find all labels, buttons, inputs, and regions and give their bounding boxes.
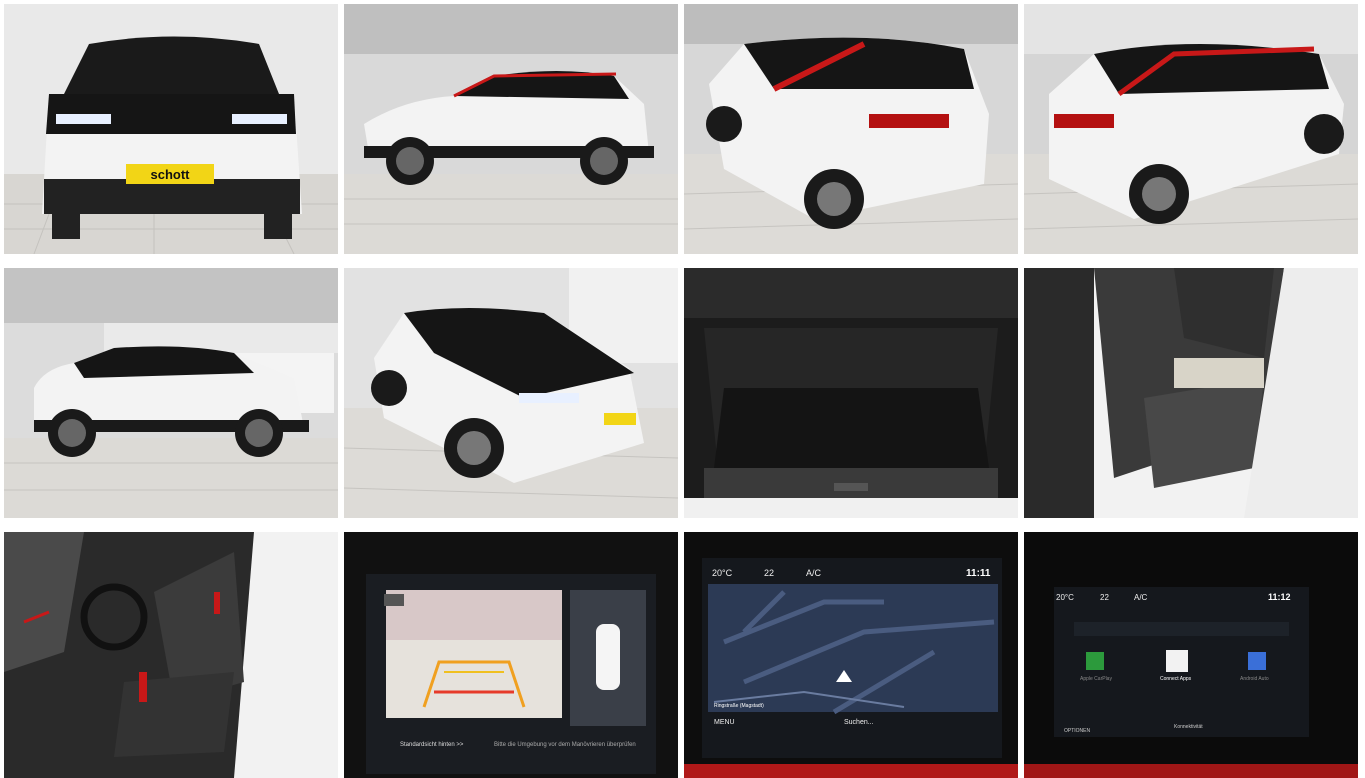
photo-navigation-display[interactable]: 20°C 22 A/C 11:11 Ringstraße (Magstadt) … xyxy=(684,532,1018,778)
photo-rear-three-quarter-left[interactable] xyxy=(684,4,1018,254)
camera-footer-left: Standardsicht hinten >> xyxy=(400,742,464,748)
photo-front-seats[interactable] xyxy=(4,532,338,778)
photo-side-view-right[interactable] xyxy=(344,4,678,254)
camera-footer-right: Bitte die Umgebung vor dem Manövrieren ü… xyxy=(494,742,636,748)
nav-street: Ringstraße (Magstadt) xyxy=(714,703,764,709)
conn-connectivity: Konnektivität xyxy=(1174,724,1203,730)
conn-ac: A/C xyxy=(1134,593,1148,602)
nav-temp: 20°C xyxy=(712,568,733,578)
conn-options: OPTIONEN xyxy=(1064,728,1091,734)
app-connect: Connect Apps xyxy=(1160,676,1192,682)
conn-fan: 22 xyxy=(1100,593,1109,602)
photo-side-view-left[interactable] xyxy=(4,268,338,518)
conn-time: 11:12 xyxy=(1268,592,1291,602)
photo-gallery: schott Standardsicht hinten >> Bitte die… xyxy=(0,0,1365,778)
nav-time: 11:11 xyxy=(966,568,991,579)
photo-rear-camera-display[interactable]: Standardsicht hinten >> Bitte die Umgebu… xyxy=(344,532,678,778)
app-carplay: Apple CarPlay xyxy=(1080,676,1112,682)
photo-front-three-quarter-right[interactable] xyxy=(344,268,678,518)
app-android: Android Auto xyxy=(1240,676,1269,682)
photo-rear-seats[interactable] xyxy=(1024,268,1358,518)
photo-rear-three-quarter-right[interactable] xyxy=(1024,4,1358,254)
nav-ac: A/C xyxy=(806,568,822,578)
photo-cargo-area[interactable] xyxy=(684,268,1018,518)
photo-front-view[interactable]: schott xyxy=(4,4,338,254)
conn-temp: 20°C xyxy=(1056,593,1074,602)
nav-search: Suchen... xyxy=(844,719,874,726)
nav-menu: MENU xyxy=(714,719,735,726)
nav-fan: 22 xyxy=(764,568,774,578)
photo-connectivity-display[interactable]: 20°C 22 A/C 11:12 Apple CarPlay Connect … xyxy=(1024,532,1358,778)
plate-brand-text: schott xyxy=(151,167,191,182)
